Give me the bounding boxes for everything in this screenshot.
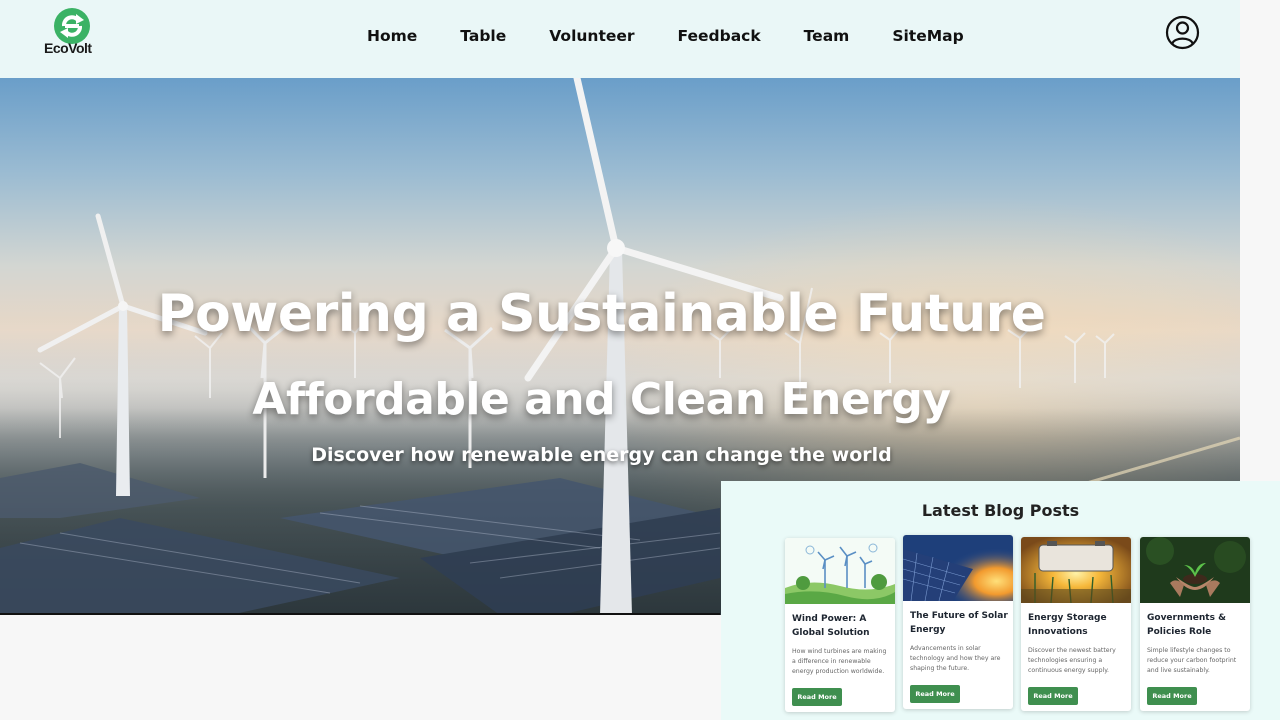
logo-arrows-icon <box>54 8 90 44</box>
main-nav: Home Table Volunteer Feedback Team SiteM… <box>367 24 1007 48</box>
read-more-button[interactable]: Read More <box>792 688 842 706</box>
energy-storage-image <box>1021 537 1131 603</box>
blog-card: The Future of Solar Energy Advancements … <box>903 535 1013 709</box>
blog-card-description: Simple lifestyle changes to reduce your … <box>1147 647 1237 674</box>
blog-card: Wind Power: A Global Solution How wind t… <box>785 538 895 712</box>
plant-in-hands-image <box>1140 537 1250 603</box>
read-more-button[interactable]: Read More <box>1147 687 1197 705</box>
blog-card-description: Advancements in solar technology and how… <box>910 645 1001 672</box>
blog-card-title[interactable]: Wind Power: A Global Solution <box>792 612 892 640</box>
solar-panel-image <box>903 535 1013 601</box>
divider <box>0 613 720 615</box>
hero-tagline: Discover how renewable energy can change… <box>311 444 892 466</box>
read-more-button[interactable]: Read More <box>1028 687 1078 705</box>
blog-card: Governments & Policies Role Simple lifes… <box>1140 537 1250 711</box>
blog-card-description: Discover the newest battery technologies… <box>1028 647 1116 674</box>
navbar: EcoVolt Home Table Volunteer Feedback Te… <box>0 0 1240 78</box>
brand-name: EcoVolt <box>44 40 92 56</box>
blog-card-title[interactable]: Governments & Policies Role <box>1147 611 1247 639</box>
blog-card: Energy Storage Innovations Discover the … <box>1021 537 1131 711</box>
read-more-button[interactable]: Read More <box>910 685 960 703</box>
nav-link-team[interactable]: Team <box>804 24 850 48</box>
brand-logo[interactable]: EcoVolt <box>44 8 104 60</box>
nav-link-feedback[interactable]: Feedback <box>678 24 761 48</box>
nav-link-sitemap[interactable]: SiteMap <box>892 24 963 48</box>
user-account-icon[interactable] <box>1165 15 1200 50</box>
hero-subtitle: Affordable and Clean Energy <box>252 374 951 425</box>
blog-card-description: How wind turbines are making a differenc… <box>792 648 887 675</box>
blog-card-title[interactable]: The Future of Solar Energy <box>910 609 1010 637</box>
blog-heading: Latest Blog Posts <box>921 501 1080 520</box>
hero-title: Powering a Sustainable Future <box>157 284 1046 344</box>
latest-blog-posts: Latest Blog Posts Wind Power: A Global S… <box>721 481 1280 720</box>
nav-link-volunteer[interactable]: Volunteer <box>549 24 634 48</box>
nav-link-table[interactable]: Table <box>460 24 506 48</box>
wind-power-image <box>785 538 895 604</box>
nav-link-home[interactable]: Home <box>367 24 417 48</box>
blog-card-title[interactable]: Energy Storage Innovations <box>1028 611 1128 639</box>
